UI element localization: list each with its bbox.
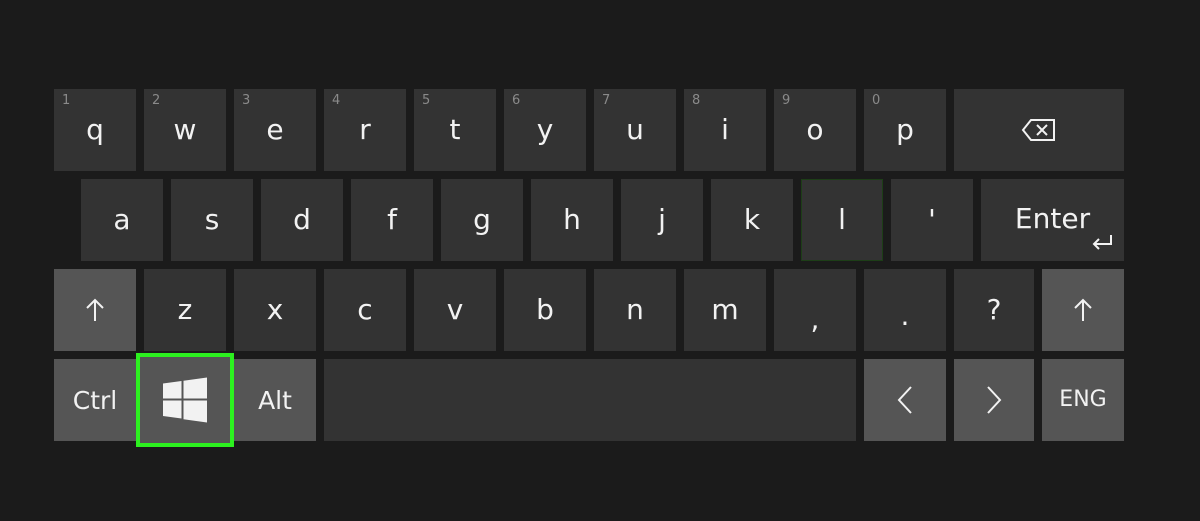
key-e[interactable]: 3 e — [234, 89, 316, 171]
key-period[interactable]: . — [864, 269, 946, 351]
key-r[interactable]: 4 r — [324, 89, 406, 171]
key-label: l — [838, 203, 846, 236]
key-n[interactable]: n — [594, 269, 676, 351]
key-label: . — [900, 299, 910, 332]
key-label: ENG — [1059, 387, 1107, 412]
key-label: j — [658, 203, 666, 236]
key-o[interactable]: 9 o — [774, 89, 856, 171]
key-x[interactable]: x — [234, 269, 316, 351]
key-t[interactable]: 5 t — [414, 89, 496, 171]
key-label: s — [204, 203, 220, 236]
key-label: Enter — [1014, 202, 1091, 235]
key-label: c — [357, 293, 373, 326]
key-k[interactable]: k — [711, 179, 793, 261]
key-m[interactable]: m — [684, 269, 766, 351]
key-label: b — [536, 293, 554, 326]
touch-keyboard: 1 q 2 w 3 e 4 r 5 t 6 y 7 u 8 i 9 o 0 p — [0, 0, 1200, 521]
shift-right-key[interactable] — [1042, 269, 1124, 351]
key-d[interactable]: d — [261, 179, 343, 261]
enter-key[interactable]: Enter — [981, 179, 1124, 261]
key-s[interactable]: s — [171, 179, 253, 261]
right-arrow-key[interactable] — [954, 359, 1034, 441]
windows-key[interactable] — [136, 353, 234, 447]
shift-arrow-icon — [1072, 297, 1094, 323]
enter-arrow-icon — [1090, 233, 1114, 251]
key-label: d — [293, 203, 311, 236]
key-label: a — [113, 203, 131, 236]
key-label: r — [359, 113, 371, 146]
key-label: n — [626, 293, 644, 326]
key-label: u — [626, 113, 644, 146]
shift-arrow-icon — [84, 297, 106, 323]
key-w[interactable]: 2 w — [144, 89, 226, 171]
key-number: 7 — [602, 93, 611, 108]
backspace-key[interactable] — [954, 89, 1124, 171]
left-arrow-key[interactable] — [864, 359, 946, 441]
key-number: 1 — [62, 93, 71, 108]
key-label: Alt — [258, 385, 292, 415]
space-bar[interactable] — [324, 359, 856, 441]
key-label: h — [563, 203, 581, 236]
key-label: p — [896, 113, 914, 146]
key-number: 3 — [242, 93, 251, 108]
windows-logo-icon — [162, 377, 208, 423]
alt-key[interactable]: Alt — [234, 359, 316, 441]
key-label: f — [387, 203, 397, 236]
shift-left-key[interactable] — [54, 269, 136, 351]
key-a[interactable]: a — [81, 179, 163, 261]
key-number: 8 — [692, 93, 701, 108]
key-label: g — [473, 203, 491, 236]
chevron-right-icon — [985, 385, 1003, 415]
key-f[interactable]: f — [351, 179, 433, 261]
key-number: 4 — [332, 93, 341, 108]
key-label: ' — [928, 203, 936, 236]
key-b[interactable]: b — [504, 269, 586, 351]
key-v[interactable]: v — [414, 269, 496, 351]
key-label: x — [266, 293, 284, 326]
key-question[interactable]: ? — [954, 269, 1034, 351]
key-label: i — [721, 113, 729, 146]
key-number: 6 — [512, 93, 521, 108]
key-number: 0 — [872, 93, 881, 108]
language-key[interactable]: ENG — [1042, 359, 1124, 441]
key-label: t — [449, 113, 461, 146]
key-l[interactable]: l — [801, 179, 883, 261]
key-number: 9 — [782, 93, 791, 108]
key-i[interactable]: 8 i — [684, 89, 766, 171]
key-label: ? — [986, 293, 1002, 326]
key-h[interactable]: h — [531, 179, 613, 261]
key-label: y — [536, 113, 554, 146]
key-comma[interactable]: , — [774, 269, 856, 351]
key-label: o — [806, 113, 824, 146]
key-apostrophe[interactable]: ' — [891, 179, 973, 261]
key-label: q — [86, 113, 104, 146]
key-q[interactable]: 1 q — [54, 89, 136, 171]
key-label: Ctrl — [72, 385, 118, 415]
key-u[interactable]: 7 u — [594, 89, 676, 171]
key-y[interactable]: 6 y — [504, 89, 586, 171]
key-label: v — [446, 293, 464, 326]
key-label: , — [810, 303, 820, 336]
key-label: w — [173, 113, 197, 146]
key-j[interactable]: j — [621, 179, 703, 261]
key-label: z — [177, 293, 193, 326]
ctrl-key[interactable]: Ctrl — [54, 359, 136, 441]
key-label: e — [266, 113, 284, 146]
key-label: k — [743, 203, 761, 236]
backspace-icon — [1021, 118, 1057, 142]
key-g[interactable]: g — [441, 179, 523, 261]
key-label: m — [711, 293, 739, 326]
key-c[interactable]: c — [324, 269, 406, 351]
key-number: 2 — [152, 93, 161, 108]
key-number: 5 — [422, 93, 431, 108]
chevron-left-icon — [896, 385, 914, 415]
key-p[interactable]: 0 p — [864, 89, 946, 171]
key-z[interactable]: z — [144, 269, 226, 351]
